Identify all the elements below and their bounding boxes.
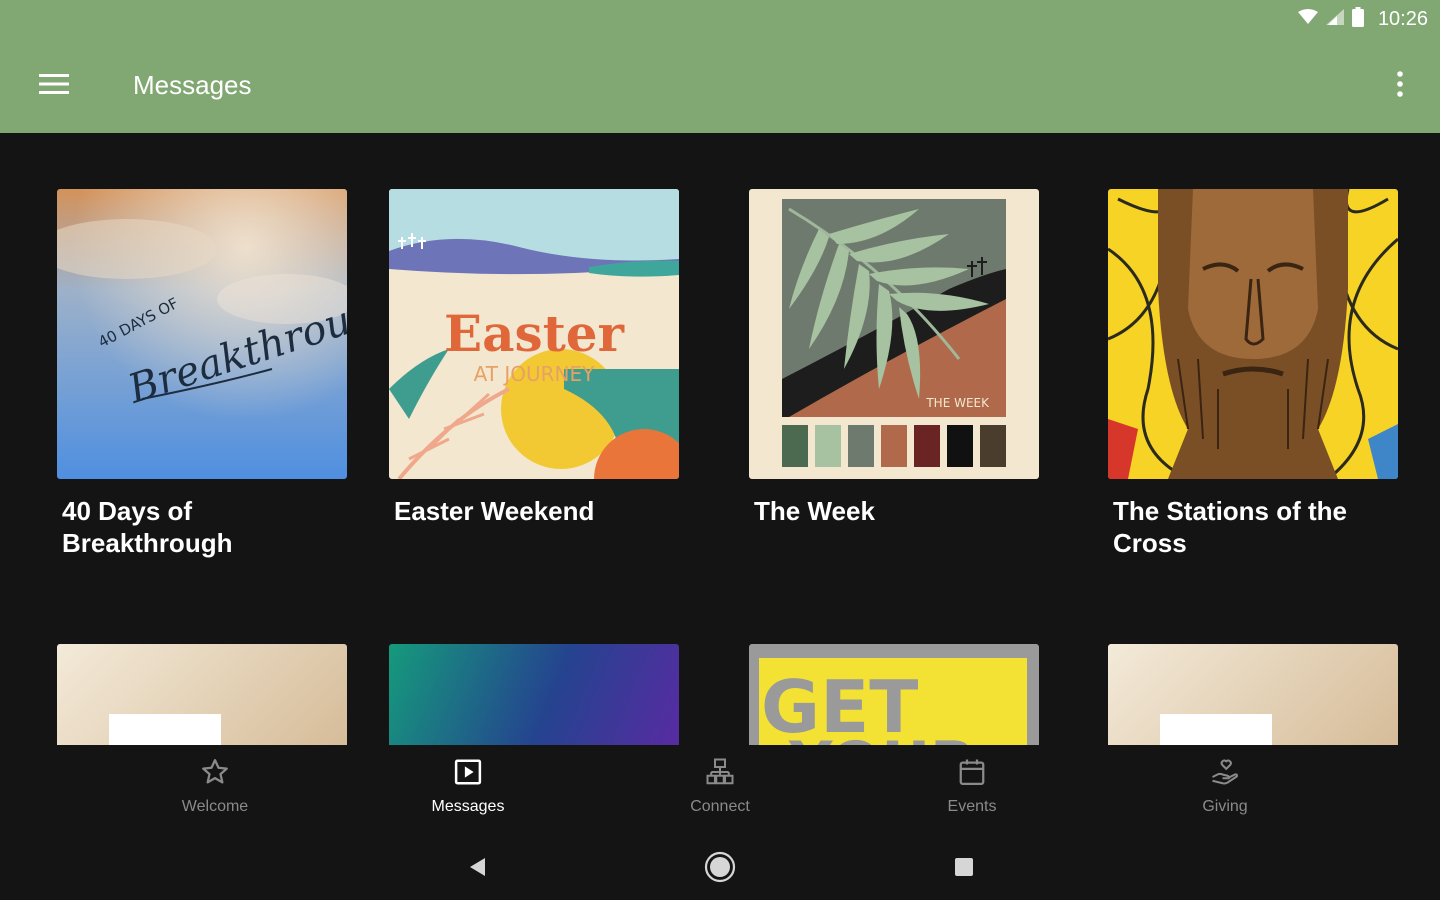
status-time: 10:26 <box>1377 7 1428 30</box>
calendar-icon <box>957 757 987 792</box>
nav-item-connect[interactable]: Connect <box>640 757 800 827</box>
status-bar: 10:26 <box>1297 6 1428 32</box>
series-artwork <box>1108 189 1398 479</box>
more-vert-icon <box>1397 70 1403 102</box>
nav-item-events[interactable]: Events <box>892 757 1052 827</box>
series-card[interactable] <box>57 644 347 745</box>
series-artwork: GET YOUR <box>749 644 1039 745</box>
art-text-journey: AT JOURNEY <box>474 362 595 386</box>
recents-button[interactable] <box>944 849 984 889</box>
nav-item-welcome[interactable]: Welcome <box>135 757 295 827</box>
home-button[interactable] <box>700 849 740 889</box>
art-text-your: YOUR <box>788 729 976 745</box>
art-text-week: THE WEEK <box>925 396 990 410</box>
signal-icon <box>1325 8 1344 30</box>
bottom-navigation: Welcome Messages Connect Events Giving <box>0 745 1440 835</box>
back-button[interactable] <box>458 849 498 889</box>
series-card[interactable]: Easter AT JOURNEY Easter Weekend <box>389 189 679 527</box>
nav-item-messages[interactable]: Messages <box>388 757 548 827</box>
system-navigation-bar <box>0 835 1440 900</box>
series-card[interactable] <box>389 644 679 745</box>
series-artwork <box>389 644 679 745</box>
series-card[interactable]: The Stations of the Cross <box>1108 189 1398 559</box>
art-text-easter: Easter <box>444 304 625 363</box>
play-video-icon <box>453 757 483 792</box>
series-artwork <box>1108 644 1398 745</box>
nav-label: Giving <box>1202 798 1248 815</box>
series-title: Easter Weekend <box>394 496 595 526</box>
org-chart-icon <box>705 757 735 792</box>
hand-heart-icon <box>1210 757 1240 792</box>
series-card[interactable]: GET YOUR <box>749 644 1039 745</box>
wifi-icon <box>1297 8 1318 30</box>
series-card[interactable]: 40 DAYS OF Breakthrough 40 Days of Break… <box>57 189 347 559</box>
recents-icon <box>954 857 974 882</box>
battery-icon <box>1351 6 1364 32</box>
series-title: The Stations of the Cross <box>1113 496 1347 558</box>
nav-label: Welcome <box>181 798 249 815</box>
series-artwork: 40 DAYS OF Breakthrough <box>57 189 347 479</box>
series-artwork: THE WEEK <box>749 189 1039 479</box>
series-artwork <box>57 644 347 745</box>
series-card[interactable]: THE WEEK The Week <box>749 189 1039 527</box>
page-title: Messages <box>133 70 252 100</box>
nav-label: Events <box>947 798 997 815</box>
more-options-button[interactable] <box>1382 64 1418 108</box>
star-icon <box>200 757 230 792</box>
back-icon <box>467 856 489 883</box>
series-card[interactable] <box>1108 644 1398 745</box>
series-artwork: Easter AT JOURNEY <box>389 189 679 479</box>
nav-item-giving[interactable]: Giving <box>1145 757 1305 827</box>
app-bar: 10:26 Messages <box>0 0 1440 133</box>
menu-button[interactable] <box>28 64 80 108</box>
series-title: 40 Days of Breakthrough <box>62 496 233 558</box>
home-icon <box>704 851 736 888</box>
hamburger-menu-icon <box>39 73 69 100</box>
series-grid: 40 DAYS OF Breakthrough 40 Days of Break… <box>0 133 1440 745</box>
nav-label: Connect <box>690 798 750 815</box>
nav-label: Messages <box>431 798 505 815</box>
series-title: The Week <box>754 496 875 526</box>
